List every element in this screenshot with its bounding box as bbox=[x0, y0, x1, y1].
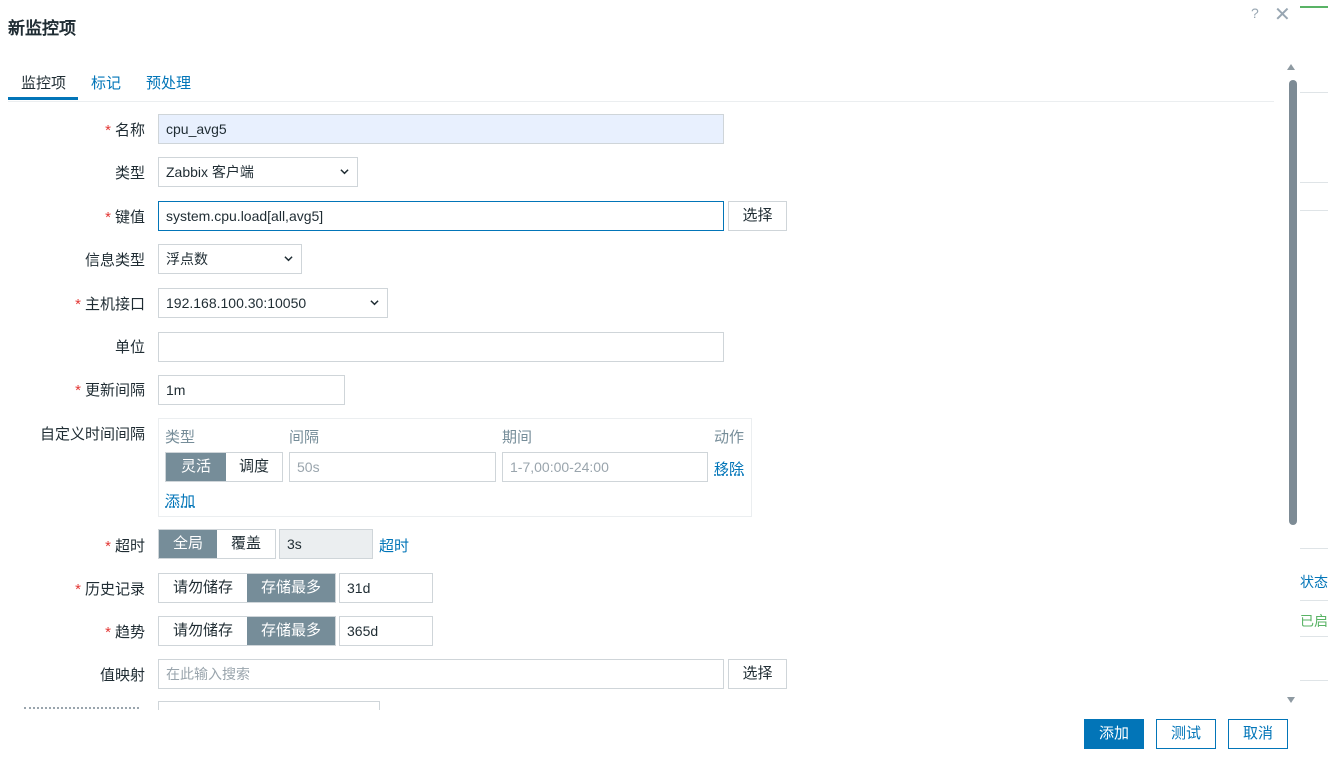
scroll-up-arrow[interactable] bbox=[1287, 64, 1295, 70]
update-interval-label: * 更新间隔 bbox=[0, 379, 145, 400]
history-mode-toggle: 请勿储存 存储最多 bbox=[158, 573, 336, 603]
custom-intervals-label: 自定义时间间隔 bbox=[39, 426, 145, 443]
custom-intervals-header-period: 期间 bbox=[502, 429, 533, 446]
remove-interval-link[interactable]: 移除 bbox=[714, 458, 744, 479]
new-item-dialog: 新监控项 ? ✕ 监控项 标记 预处理 *名称 类型 Zabbix 客户端 *键… bbox=[0, 0, 1300, 760]
timeout-label-text: 超时 bbox=[114, 538, 145, 555]
host-interface-label-text: 主机接口 bbox=[84, 296, 145, 313]
trends-label: * 趋势 bbox=[0, 621, 145, 642]
type-select-value: Zabbix 客户端 bbox=[166, 164, 254, 180]
history-label-text: 历史记录 bbox=[84, 581, 145, 598]
info-type-select-value: 浮点数 bbox=[166, 251, 208, 267]
units-input[interactable] bbox=[158, 332, 724, 362]
custom-period-input[interactable] bbox=[502, 452, 708, 482]
name-label-text: 名称 bbox=[114, 122, 145, 139]
help-icon[interactable]: ? bbox=[1251, 5, 1259, 21]
value-map-label: 值映射 bbox=[99, 667, 145, 684]
flexible-option[interactable]: 灵活 bbox=[166, 453, 226, 481]
required-mark: * bbox=[105, 209, 111, 226]
info-type-select[interactable]: 浮点数 bbox=[158, 244, 302, 274]
custom-intervals-header-type: 类型 bbox=[165, 429, 196, 446]
required-mark: * bbox=[75, 382, 81, 399]
host-interface-select[interactable]: 192.168.100.30:10050 bbox=[158, 288, 388, 318]
required-mark: * bbox=[105, 122, 111, 139]
key-select-button[interactable]: 选择 bbox=[728, 201, 787, 231]
background-divider bbox=[1300, 92, 1328, 93]
trends-do-not-store-option[interactable]: 请勿储存 bbox=[159, 617, 247, 645]
history-store-up-to-option[interactable]: 存储最多 bbox=[247, 574, 335, 602]
timeout-label: * 超时 bbox=[0, 535, 145, 556]
dialog-title: 新监控项 bbox=[8, 19, 76, 38]
scroll-down-arrow[interactable] bbox=[1287, 697, 1295, 703]
tab-preprocessing[interactable]: 预处理 bbox=[146, 72, 191, 93]
background-divider bbox=[1300, 548, 1328, 549]
background-divider bbox=[1300, 182, 1328, 183]
background-page: 状态 已启 bbox=[1300, 0, 1328, 760]
clipped-select[interactable] bbox=[158, 701, 380, 710]
type-select[interactable]: Zabbix 客户端 bbox=[158, 157, 358, 187]
tab-item[interactable]: 监控项 bbox=[21, 72, 66, 93]
scheduling-option[interactable]: 调度 bbox=[226, 453, 282, 481]
key-label: * 键值 bbox=[0, 206, 145, 227]
chevron-down-icon bbox=[370, 300, 379, 306]
trends-store-up-to-option[interactable]: 存储最多 bbox=[247, 617, 335, 645]
trends-input[interactable] bbox=[339, 616, 433, 646]
update-interval-input[interactable] bbox=[158, 375, 345, 405]
history-label: * 历史记录 bbox=[0, 578, 145, 599]
update-interval-label-text: 更新间隔 bbox=[84, 382, 145, 399]
chevron-down-icon bbox=[284, 256, 293, 262]
chevron-down-icon bbox=[340, 169, 349, 175]
units-label: 单位 bbox=[114, 339, 145, 356]
background-divider bbox=[1300, 680, 1328, 681]
clipped-label bbox=[24, 707, 139, 710]
tab-tags[interactable]: 标记 bbox=[91, 72, 121, 93]
key-input[interactable] bbox=[158, 201, 724, 231]
active-tab-indicator bbox=[8, 97, 78, 100]
type-label: 类型 bbox=[114, 165, 145, 182]
history-do-not-store-option[interactable]: 请勿储存 bbox=[159, 574, 247, 602]
background-divider bbox=[1300, 600, 1328, 601]
required-mark: * bbox=[75, 581, 81, 598]
timeout-settings-link[interactable]: 超时 bbox=[379, 535, 409, 556]
required-mark: * bbox=[75, 296, 81, 313]
key-label-text: 键值 bbox=[114, 209, 145, 226]
add-button[interactable]: 添加 bbox=[1084, 719, 1144, 749]
timeout-override-option[interactable]: 覆盖 bbox=[217, 530, 275, 558]
host-interface-select-value: 192.168.100.30:10050 bbox=[166, 295, 307, 311]
test-button[interactable]: 测试 bbox=[1156, 719, 1216, 749]
timeout-mode-toggle: 全局 覆盖 bbox=[158, 529, 276, 559]
background-panel bbox=[1300, 0, 1328, 760]
host-interface-label: * 主机接口 bbox=[0, 293, 145, 314]
background-accent-line bbox=[1300, 6, 1328, 8]
background-status-header: 状态 bbox=[1300, 574, 1328, 590]
next-row-clipped bbox=[0, 700, 1280, 710]
required-mark: * bbox=[105, 538, 111, 555]
scrollbar-thumb[interactable] bbox=[1289, 80, 1297, 525]
custom-intervals-header-interval: 间隔 bbox=[289, 429, 320, 446]
name-input[interactable] bbox=[158, 114, 724, 144]
timeout-global-option[interactable]: 全局 bbox=[159, 530, 217, 558]
add-interval-link[interactable]: 添加 bbox=[165, 490, 195, 511]
trends-mode-toggle: 请勿储存 存储最多 bbox=[158, 616, 336, 646]
close-icon[interactable]: ✕ bbox=[1274, 2, 1291, 27]
trends-label-text: 趋势 bbox=[114, 624, 145, 641]
tab-bar: 监控项 标记 预处理 bbox=[8, 66, 1274, 102]
custom-interval-input[interactable] bbox=[289, 452, 496, 482]
custom-intervals-header-action: 动作 bbox=[714, 429, 745, 446]
info-type-label: 信息类型 bbox=[84, 252, 145, 269]
value-map-search-input[interactable] bbox=[158, 659, 724, 689]
background-divider bbox=[1300, 210, 1328, 211]
timeout-input bbox=[279, 529, 373, 559]
history-input[interactable] bbox=[339, 573, 433, 603]
value-map-select-button[interactable]: 选择 bbox=[728, 659, 787, 689]
interval-type-toggle: 灵活 调度 bbox=[165, 452, 283, 482]
cancel-button[interactable]: 取消 bbox=[1228, 719, 1288, 749]
name-label: * 名称 bbox=[0, 119, 145, 140]
required-mark: * bbox=[105, 624, 111, 641]
background-divider bbox=[1300, 636, 1328, 637]
background-enabled-status: 已启 bbox=[1300, 613, 1328, 629]
